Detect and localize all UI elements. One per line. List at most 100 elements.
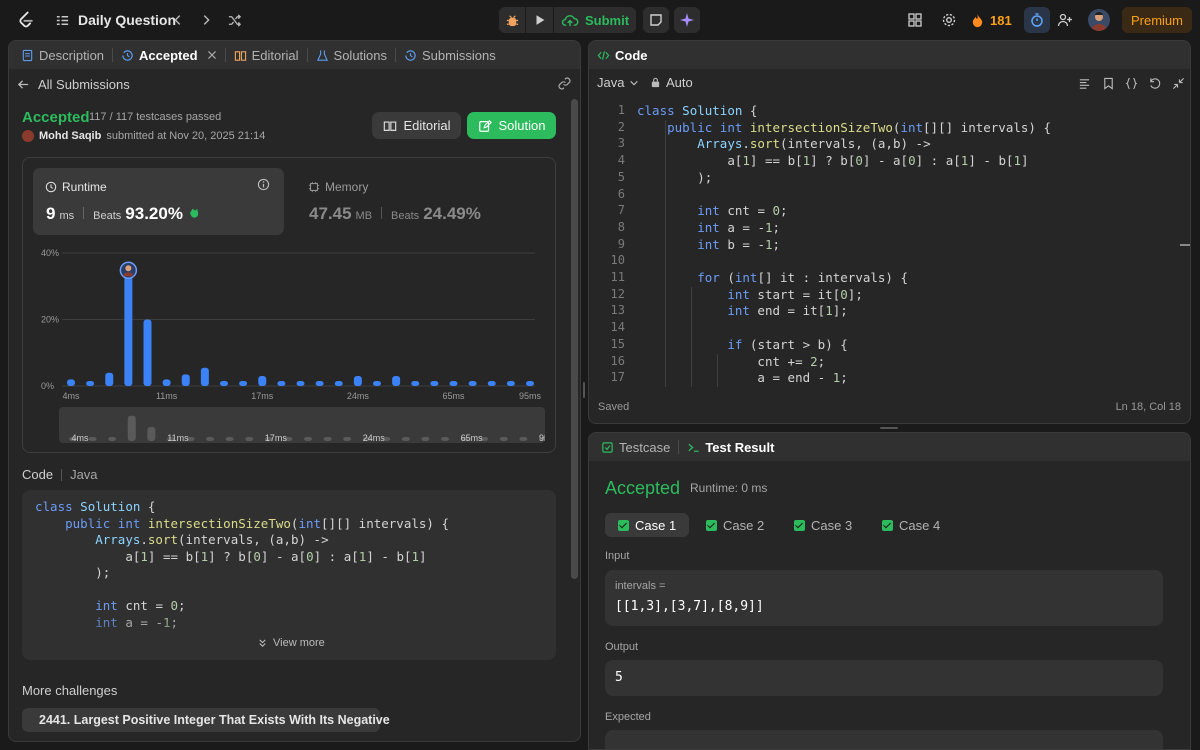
invite-button[interactable] (1052, 7, 1078, 33)
runtime-bar[interactable] (162, 379, 171, 386)
code-editor[interactable]: 1 class Solution {2 public int intersecti… (589, 103, 1190, 389)
avatar[interactable] (1088, 9, 1110, 31)
mode-toggle[interactable]: Auto (650, 75, 693, 90)
minimap-bar (323, 437, 332, 441)
debug-button[interactable] (499, 7, 525, 33)
premium-button[interactable]: Premium (1122, 7, 1192, 33)
minimap-label: 17ms (265, 433, 288, 443)
tab-accepted[interactable]: Accepted (113, 41, 225, 69)
horizontal-splitter[interactable] (880, 427, 898, 429)
close-icon[interactable] (207, 50, 217, 60)
vertical-splitter[interactable] (583, 382, 585, 398)
leetcode-logo[interactable] (15, 9, 37, 31)
runtime-bar[interactable] (220, 381, 228, 386)
minimap-bar (206, 437, 215, 441)
editor-status-bar: Saved Ln 18, Col 18 (589, 395, 1190, 423)
case-tab-4[interactable]: Case 4 (869, 513, 953, 537)
runtime-bar[interactable] (487, 381, 496, 386)
runtime-bar[interactable] (430, 381, 439, 386)
tab-test-result[interactable]: Test Result (679, 433, 782, 461)
case-tab-3[interactable]: Case 3 (781, 513, 865, 537)
code-line: a = end - 1; (757, 370, 848, 386)
ai-assistant-button[interactable] (674, 7, 700, 33)
solution-button[interactable]: Solution (467, 112, 556, 139)
runtime-bar[interactable] (86, 381, 95, 386)
left-scrollbar[interactable] (571, 99, 578, 579)
info-icon[interactable] (257, 178, 270, 191)
code-line: int start = it[0]; (727, 286, 863, 302)
runtime-card[interactable]: Runtime 9 ms Beats 93.20% (33, 168, 284, 235)
challenge-title: 2441. Largest Positive Integer That Exis… (39, 713, 390, 727)
runtime-bar[interactable] (373, 381, 381, 386)
runtime-bar[interactable] (181, 374, 190, 386)
user-avatar-small (22, 130, 34, 142)
tab-description[interactable]: Description (13, 41, 112, 69)
case-tab-2[interactable]: Case 2 (693, 513, 777, 537)
streak-counter[interactable]: 181 (970, 9, 1012, 31)
runtime-bar[interactable] (105, 372, 114, 386)
notes-button[interactable] (643, 7, 669, 33)
problem-list-button[interactable]: Daily Question (55, 9, 176, 31)
runtime-bar[interactable] (334, 381, 343, 386)
runtime-bar[interactable] (449, 381, 458, 386)
code-line: class Solution { (637, 103, 758, 118)
avatar-head (125, 265, 132, 272)
runtime-bar[interactable] (124, 266, 133, 386)
runtime-bar[interactable] (277, 381, 286, 386)
runtime-range-slider[interactable]: 4ms 11ms 17ms 24ms 65ms 95ms (59, 407, 545, 443)
x-tick-label: 17ms (251, 391, 274, 401)
next-problem-button[interactable] (196, 9, 216, 31)
reset-icon[interactable] (1148, 77, 1161, 90)
expected-field[interactable] (605, 730, 1163, 749)
runtime-bar[interactable] (526, 381, 534, 386)
minimap-bar (304, 437, 312, 441)
tab-editorial[interactable]: Editorial (226, 41, 307, 69)
format-icon[interactable] (1078, 77, 1091, 90)
run-button[interactable] (526, 7, 553, 33)
tab-solutions[interactable]: Solutions (308, 41, 395, 69)
runtime-bar[interactable] (143, 319, 152, 387)
runtime-distribution-chart[interactable]: 40% 20% 0% 4ms 11ms 17ms 24ms 65ms 95ms (23, 242, 555, 402)
challenge-item[interactable]: 2441. Largest Positive Integer That Exis… (22, 708, 390, 732)
input-field[interactable]: intervals = [[1,3],[3,7],[8,9]] (605, 570, 1163, 626)
random-problem-button[interactable] (224, 9, 244, 31)
bookmark-icon[interactable] (1102, 77, 1115, 90)
output-field[interactable]: 5 (605, 660, 1163, 696)
runtime-bar[interactable] (200, 367, 209, 386)
runtime-bar[interactable] (258, 376, 267, 386)
tab-submissions[interactable]: Submissions (396, 41, 504, 69)
layout-button[interactable] (902, 7, 928, 33)
runtime-bar[interactable] (315, 381, 324, 386)
layout-icon (908, 13, 922, 27)
timer-button[interactable] (1024, 7, 1050, 33)
submit-button[interactable]: Submit (554, 7, 636, 33)
runtime-bar[interactable] (506, 381, 515, 386)
prev-problem-button[interactable] (168, 9, 188, 31)
settings-button[interactable] (936, 7, 962, 33)
runtime-bar[interactable] (67, 379, 75, 386)
runtime-bar[interactable] (411, 381, 420, 386)
editorial-button[interactable]: Editorial (372, 112, 461, 139)
submitter-name[interactable]: Mohd Saqib (39, 130, 101, 142)
line-number: 4 (617, 153, 625, 168)
runtime-bar[interactable] (239, 381, 248, 386)
memory-header: Memory (308, 180, 368, 194)
runtime-bar[interactable] (392, 376, 401, 386)
collapse-icon[interactable] (1172, 77, 1185, 90)
runtime-bar[interactable] (296, 381, 305, 386)
language-select[interactable]: Java (597, 75, 639, 90)
tab-code[interactable]: Code (597, 41, 648, 69)
runtime-bar[interactable] (468, 381, 477, 386)
case-tab-1[interactable]: Case 1 (605, 513, 690, 537)
share-link-icon[interactable] (557, 76, 572, 91)
case-label: Case 1 (635, 517, 677, 533)
tab-testcase[interactable]: Testcase (593, 433, 678, 461)
all-submissions-link[interactable]: All Submissions (17, 75, 130, 93)
runtime-bar[interactable] (353, 376, 362, 386)
submitted-at: submitted at Nov 20, 2025 21:14 (106, 130, 266, 142)
view-more-button[interactable]: View more (257, 637, 325, 649)
memory-card[interactable]: Memory 47.45 MB Beats 24.49% (296, 168, 536, 235)
braces-icon[interactable] (1125, 77, 1138, 90)
check-icon (618, 519, 629, 531)
sparkle-icon (680, 13, 694, 27)
